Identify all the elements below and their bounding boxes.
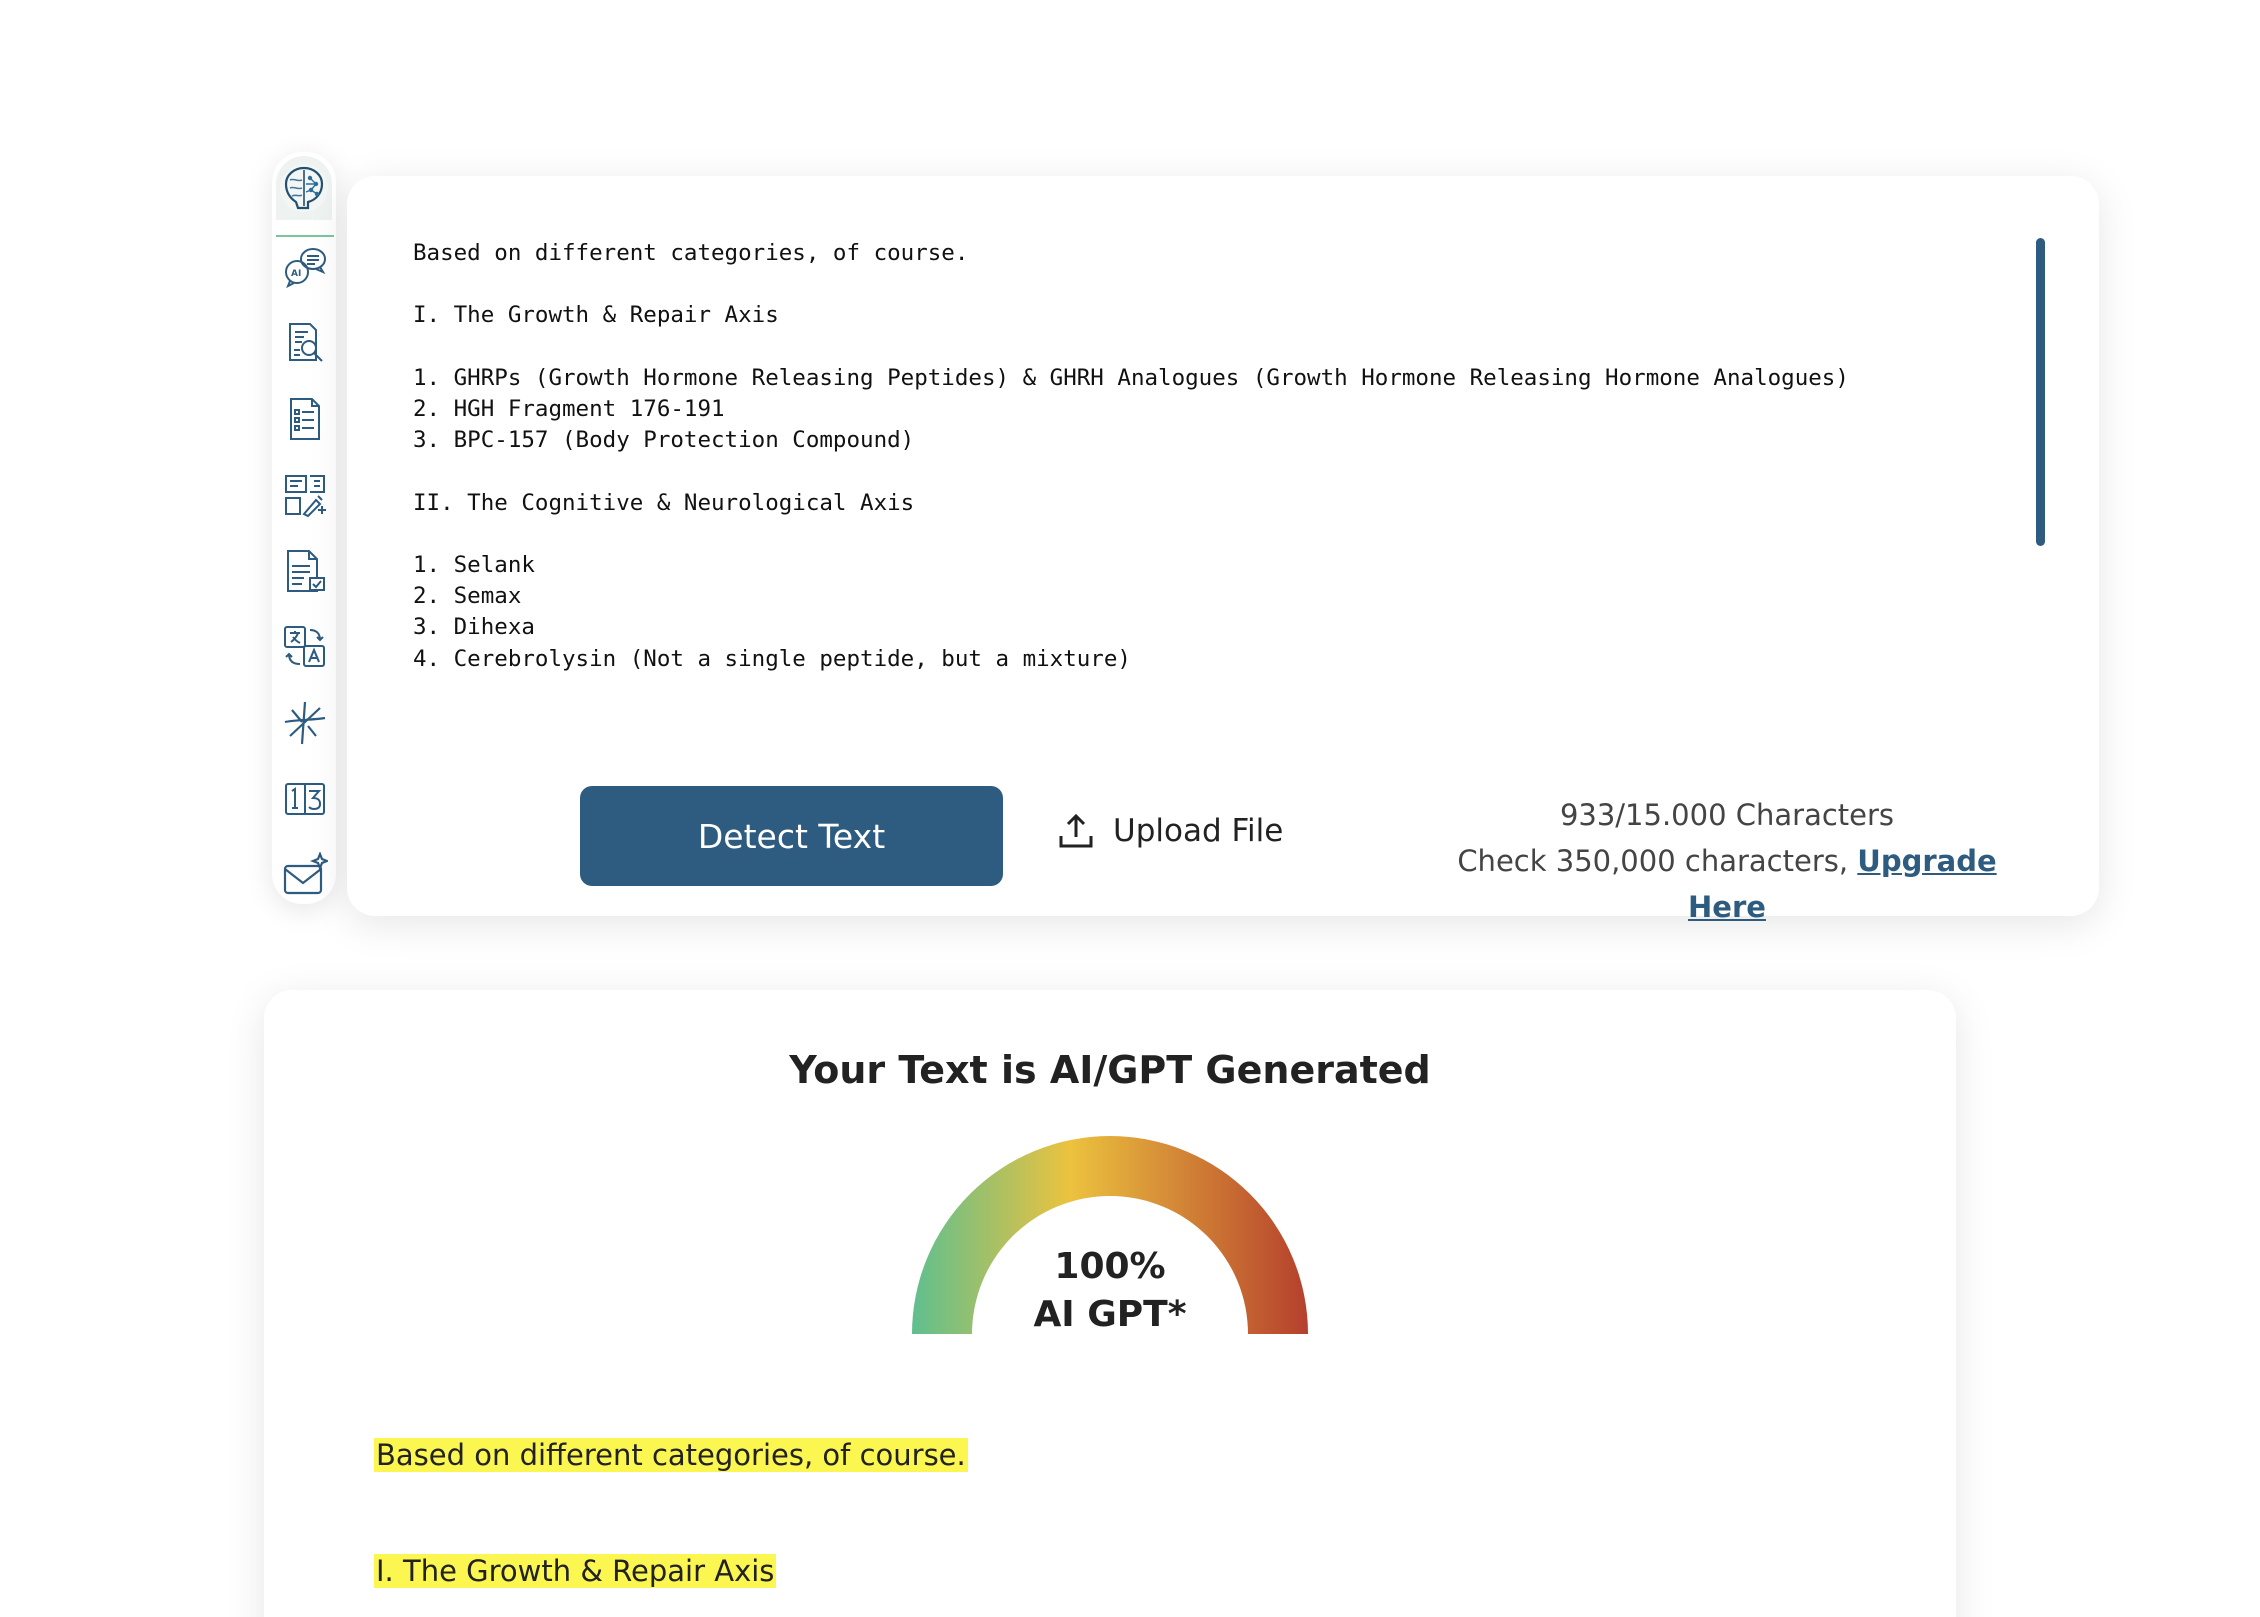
brain-logo-icon[interactable]	[276, 156, 332, 220]
editor-scrollbar[interactable]	[2036, 238, 2045, 546]
character-count: 933/15.000 Characters	[1559, 798, 1895, 832]
result-card: Your Text is AI/GPT Generated 100% AI GP…	[264, 990, 1956, 1617]
page: AI Based on different categories, of cou…	[0, 0, 2260, 1617]
tools-sidebar: AI	[272, 152, 336, 904]
translate-icon[interactable]	[282, 624, 328, 670]
gauge-percent: 100%	[1054, 1246, 1166, 1287]
split-text-icon[interactable]	[282, 700, 328, 746]
detect-text-button[interactable]: Detect Text	[580, 786, 1003, 886]
document-check-icon[interactable]	[282, 548, 328, 594]
word-counter-icon[interactable]	[282, 776, 328, 822]
ai-chat-icon[interactable]: AI	[282, 244, 328, 290]
document-list-icon[interactable]	[282, 396, 328, 442]
result-title: Your Text is AI/GPT Generated	[789, 1048, 1431, 1092]
upload-file-label: Upload File	[1113, 813, 1284, 849]
text-input-area[interactable]: Based on different categories, of course…	[413, 238, 2033, 708]
upload-icon	[1059, 813, 1093, 848]
text-tools-icon[interactable]	[282, 472, 328, 518]
upgrade-prefix: Check 350,000 characters,	[1457, 844, 1858, 878]
text-input-card: Based on different categories, of course…	[347, 176, 2099, 924]
svg-text:AI: AI	[291, 269, 301, 279]
upload-file-button[interactable]: Upload File	[1057, 796, 1283, 866]
highlighted-sentence: I. The Growth & Repair Axis	[374, 1554, 777, 1588]
mail-sparkle-icon[interactable]	[282, 852, 328, 898]
highlighted-sentence: Based on different categories, of course…	[374, 1438, 968, 1472]
character-info: 933/15.000 Characters Check 350,000 char…	[1417, 792, 2037, 930]
document-search-icon[interactable]	[282, 320, 328, 366]
gauge-label: AI GPT*	[1033, 1294, 1187, 1335]
sidebar-divider	[276, 235, 334, 237]
upgrade-notice: Check 350,000 characters, Upgrade Here	[1417, 838, 2037, 930]
